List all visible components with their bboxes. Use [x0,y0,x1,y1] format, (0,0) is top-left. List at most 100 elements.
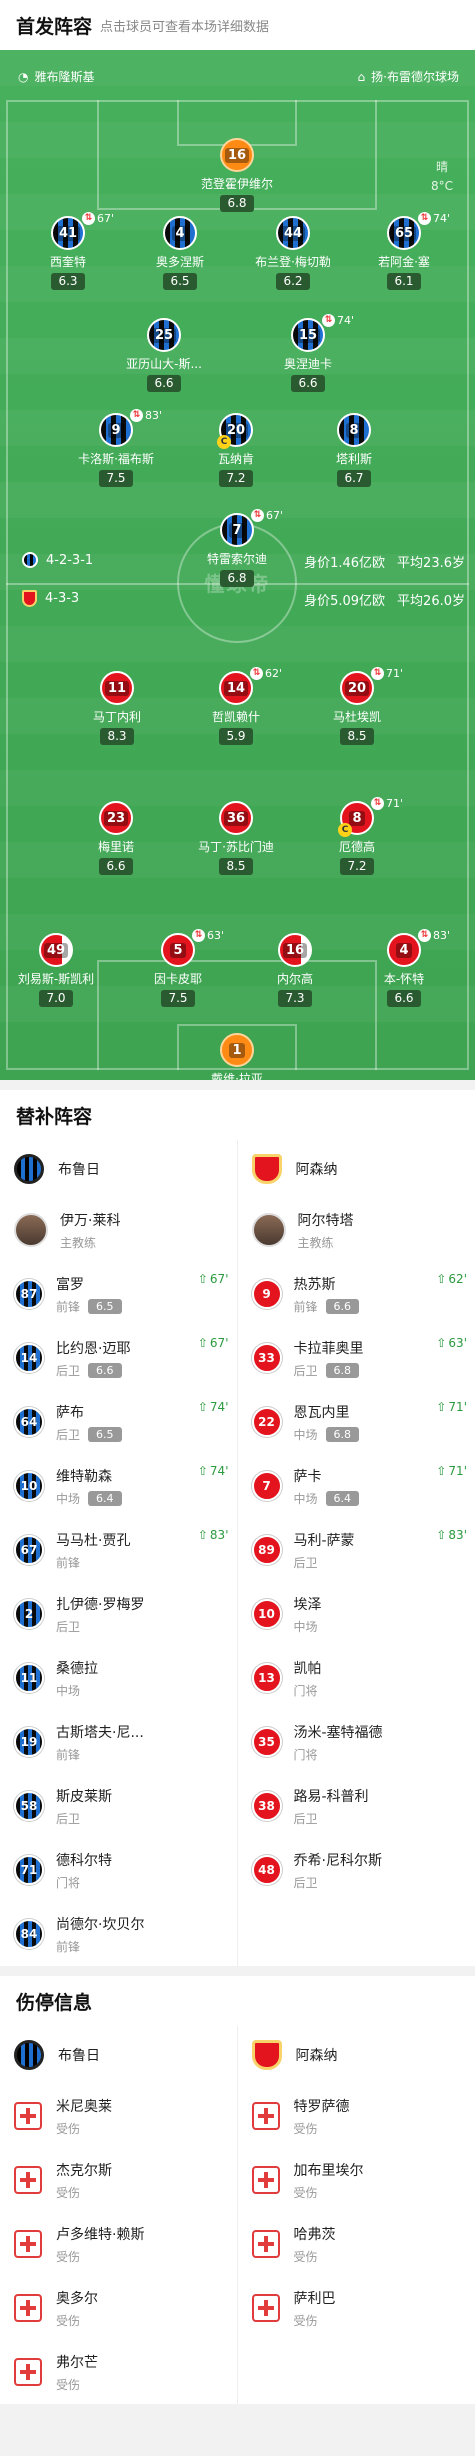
injury-row[interactable]: 加布里埃尔受伤 [238,2148,475,2212]
player-name: 范登霍伊维尔 [187,175,287,192]
sub-player-info: 汤米-塞特福德门将 [294,1722,383,1763]
sub-player-row[interactable]: 84尚德尔·坎贝尔前锋 [0,1902,237,1966]
away-player[interactable]: 20⇅71'马杜埃凯8.5 [307,671,407,745]
sub-player-row[interactable]: 67马马杜·贾孔前锋⇧83' [0,1518,237,1582]
injury-row[interactable]: 卢多维特·赖斯受伤 [0,2212,237,2276]
away-player[interactable]: 1戴维·拉亚8.6 [187,1033,287,1080]
home-player[interactable]: 65⇅74'若阿金·塞6.1 [354,216,454,290]
away-player[interactable]: 14⇅62'哲凯赖什5.9 [186,671,286,745]
home-coach-row[interactable]: 伊万·莱科主教练 [0,1198,237,1262]
injury-status: 受伤 [56,2376,98,2393]
home-player[interactable]: 16范登霍伊维尔6.8 [187,138,287,212]
sub-player-position: 中场 [56,1682,80,1699]
away-player[interactable]: 23梅里诺6.6 [66,801,166,875]
injury-row[interactable]: 哈弗茨受伤 [238,2212,475,2276]
away-injuries-column: 阿森纳 特罗萨德受伤加布里埃尔受伤哈弗茨受伤萨利巴受伤 [238,2026,475,2404]
subs-table: 布鲁日 伊万·莱科主教练 87富罗前锋6.5⇧67'14比约恩·迈耶后卫6.6⇧… [0,1140,475,1966]
sub-in-time: 83' [448,1528,467,1542]
home-player[interactable]: 25亚历山大-斯...6.6 [114,318,214,392]
away-team-header: 阿森纳 [238,2026,475,2084]
sub-player-row[interactable]: 58斯皮莱斯后卫 [0,1774,237,1838]
injury-row[interactable]: 萨利巴受伤 [238,2276,475,2340]
sub-player-name: 尚德尔·坎贝尔 [56,1914,144,1934]
whistle-icon: ◔ [18,70,28,84]
jersey-icon: 8 [337,413,371,447]
home-player[interactable]: 7⇅67'特雷索尔迪6.8 [187,513,287,587]
sub-player-meta: 后卫 [56,1618,144,1635]
injured-player-name: 加布里埃尔 [294,2160,364,2180]
sub-player-row[interactable]: 22恩瓦内里中场6.8⇧71' [238,1390,475,1454]
sub-player-row[interactable]: 89马利-萨蒙后卫⇧83' [238,1518,475,1582]
sub-player-row[interactable]: 87富罗前锋6.5⇧67' [0,1262,237,1326]
sub-player-row[interactable]: 13凯帕门将 [238,1646,475,1710]
player-rating: 8.3 [100,728,133,745]
away-subs-column: 阿森纳 阿尔特塔主教练 9热苏斯前锋6.6⇧62'33卡拉菲奥里后卫6.8⇧63… [238,1140,475,1966]
home-player[interactable]: 4奥多涅斯6.5 [130,216,230,290]
sub-player-name: 埃泽 [294,1594,322,1614]
home-player[interactable]: 44布兰登·梅切勒6.2 [243,216,343,290]
player-rating: 6.3 [51,273,84,290]
sub-event: ⇅83' [130,409,162,422]
jersey-icon: 16 [278,933,312,967]
sub-player-row[interactable]: 2扎伊德·罗梅罗后卫 [0,1582,237,1646]
sub-player-name: 萨卡 [294,1466,360,1486]
sub-player-row[interactable]: 11桑德拉中场 [0,1646,237,1710]
sub-jersey-icon: 11 [14,1663,44,1693]
injury-row[interactable]: 奥多尔受伤 [0,2276,237,2340]
away-player[interactable]: 4⇅83'本-怀特6.6 [354,933,454,1007]
sub-player-info: 扎伊德·罗梅罗后卫 [56,1594,144,1635]
away-player[interactable]: 5⇅63'因卡皮耶7.5 [128,933,228,1007]
sub-player-meta: 前锋6.5 [56,1298,122,1315]
home-player[interactable]: 15⇅74'奥涅迪卡6.6 [258,318,358,392]
sub-player-info: 尚德尔·坎贝尔前锋 [56,1914,144,1955]
club-brugge-logo [22,552,38,568]
sub-event: ⇅62' [250,667,282,680]
sub-player-info: 富罗前锋6.5 [56,1274,122,1315]
away-formation-row: 4-3-3 [22,590,79,607]
away-player[interactable]: 11马丁内利8.3 [67,671,167,745]
sub-in-time: 74' [210,1400,229,1414]
sub-player-row[interactable]: 71德科尔特门将 [0,1838,237,1902]
sub-in-minute: ⇧83' [198,1528,229,1542]
home-player[interactable]: 8塔利斯6.7 [304,413,404,487]
sub-player-row[interactable]: 14比约恩·迈耶后卫6.6⇧67' [0,1326,237,1390]
sub-player-row[interactable]: 9热苏斯前锋6.6⇧62' [238,1262,475,1326]
injury-row[interactable]: 弗尔芒受伤 [0,2340,237,2404]
away-player[interactable]: 16内尔高7.3 [245,933,345,1007]
sub-player-name: 恩瓦内里 [294,1402,360,1422]
sub-player-rating: 6.6 [88,1363,122,1378]
away-player[interactable]: 8C⇅71'厄德高7.2 [307,801,407,875]
jersey-number: 23 [104,811,128,826]
jersey-icon: 36 [219,801,253,835]
sub-jersey-icon: 58 [14,1791,44,1821]
sub-player-meta: 中场6.4 [56,1490,122,1507]
sub-event: ⇅74' [322,314,354,327]
away-coach-row[interactable]: 阿尔特塔主教练 [238,1198,475,1262]
away-player[interactable]: 36马丁·苏比门迪8.5 [186,801,286,875]
sub-jersey-icon: 9 [252,1279,282,1309]
sub-player-row[interactable]: 48乔希·尼科尔斯后卫 [238,1838,475,1902]
sub-player-row[interactable]: 10埃泽中场 [238,1582,475,1646]
sub-player-row[interactable]: 64萨布后卫6.5⇧74' [0,1390,237,1454]
sub-player-meta: 前锋6.6 [294,1298,360,1315]
player-name: 塔利斯 [304,450,404,467]
sub-player-meta: 中场6.8 [294,1426,360,1443]
injury-row[interactable]: 杰克尔斯受伤 [0,2148,237,2212]
player-name: 戴维·拉亚 [187,1070,287,1080]
injury-row[interactable]: 特罗萨德受伤 [238,2084,475,2148]
jersey-number: 25 [152,328,176,343]
injury-row[interactable]: 米尼奥莱受伤 [0,2084,237,2148]
sub-player-row[interactable]: 35汤米-塞特福德门将 [238,1710,475,1774]
sub-player-row[interactable]: 19古斯塔夫·尼...前锋 [0,1710,237,1774]
home-player[interactable]: 20C瓦纳肯7.2 [186,413,286,487]
sub-player-row[interactable]: 33卡拉菲奥里后卫6.8⇧63' [238,1326,475,1390]
home-player[interactable]: 9⇅83'卡洛斯·福布斯7.5 [66,413,166,487]
home-player[interactable]: 41⇅67'西奎特6.3 [18,216,118,290]
sub-player-row[interactable]: 38路易-科普利后卫 [238,1774,475,1838]
player-rating: 6.1 [387,273,420,290]
sub-player-row[interactable]: 10维特勒森中场6.4⇧74' [0,1454,237,1518]
sub-player-row[interactable]: 7萨卡中场6.4⇧71' [238,1454,475,1518]
away-player[interactable]: 49刘易斯-斯凯利7.0 [6,933,106,1007]
injuries-table: 布鲁日 米尼奥莱受伤杰克尔斯受伤卢多维特·赖斯受伤奥多尔受伤弗尔芒受伤 阿森纳 … [0,2026,475,2404]
sub-in-time: 67' [210,1336,229,1350]
